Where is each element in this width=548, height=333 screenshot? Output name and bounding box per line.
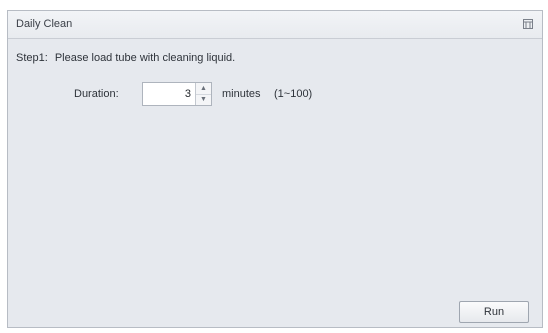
daily-clean-dialog: Daily Clean Step1: Please load tube with …: [7, 10, 543, 328]
duration-label: Duration:: [74, 88, 119, 100]
step-instruction: Please load tube with cleaning liquid.: [54, 52, 236, 64]
minutes-label: minutes: [222, 88, 261, 100]
dialog-content: Step1: Please load tube with cleaning liq…: [8, 39, 542, 327]
duration-spinbox[interactable]: 3 ▲ ▼: [142, 82, 212, 106]
step-row: Step1: Please load tube with cleaning liq…: [16, 52, 235, 64]
step-label: Step1:: [16, 52, 48, 64]
maximize-icon[interactable]: [522, 18, 534, 30]
range-label: (1~100): [274, 88, 313, 100]
window-title: Daily Clean: [16, 18, 73, 30]
spin-down-icon[interactable]: ▼: [196, 94, 211, 105]
title-bar: Daily Clean: [8, 11, 542, 39]
spin-buttons: ▲ ▼: [195, 83, 211, 105]
run-button[interactable]: Run: [459, 301, 529, 323]
duration-value[interactable]: 3: [185, 88, 191, 100]
